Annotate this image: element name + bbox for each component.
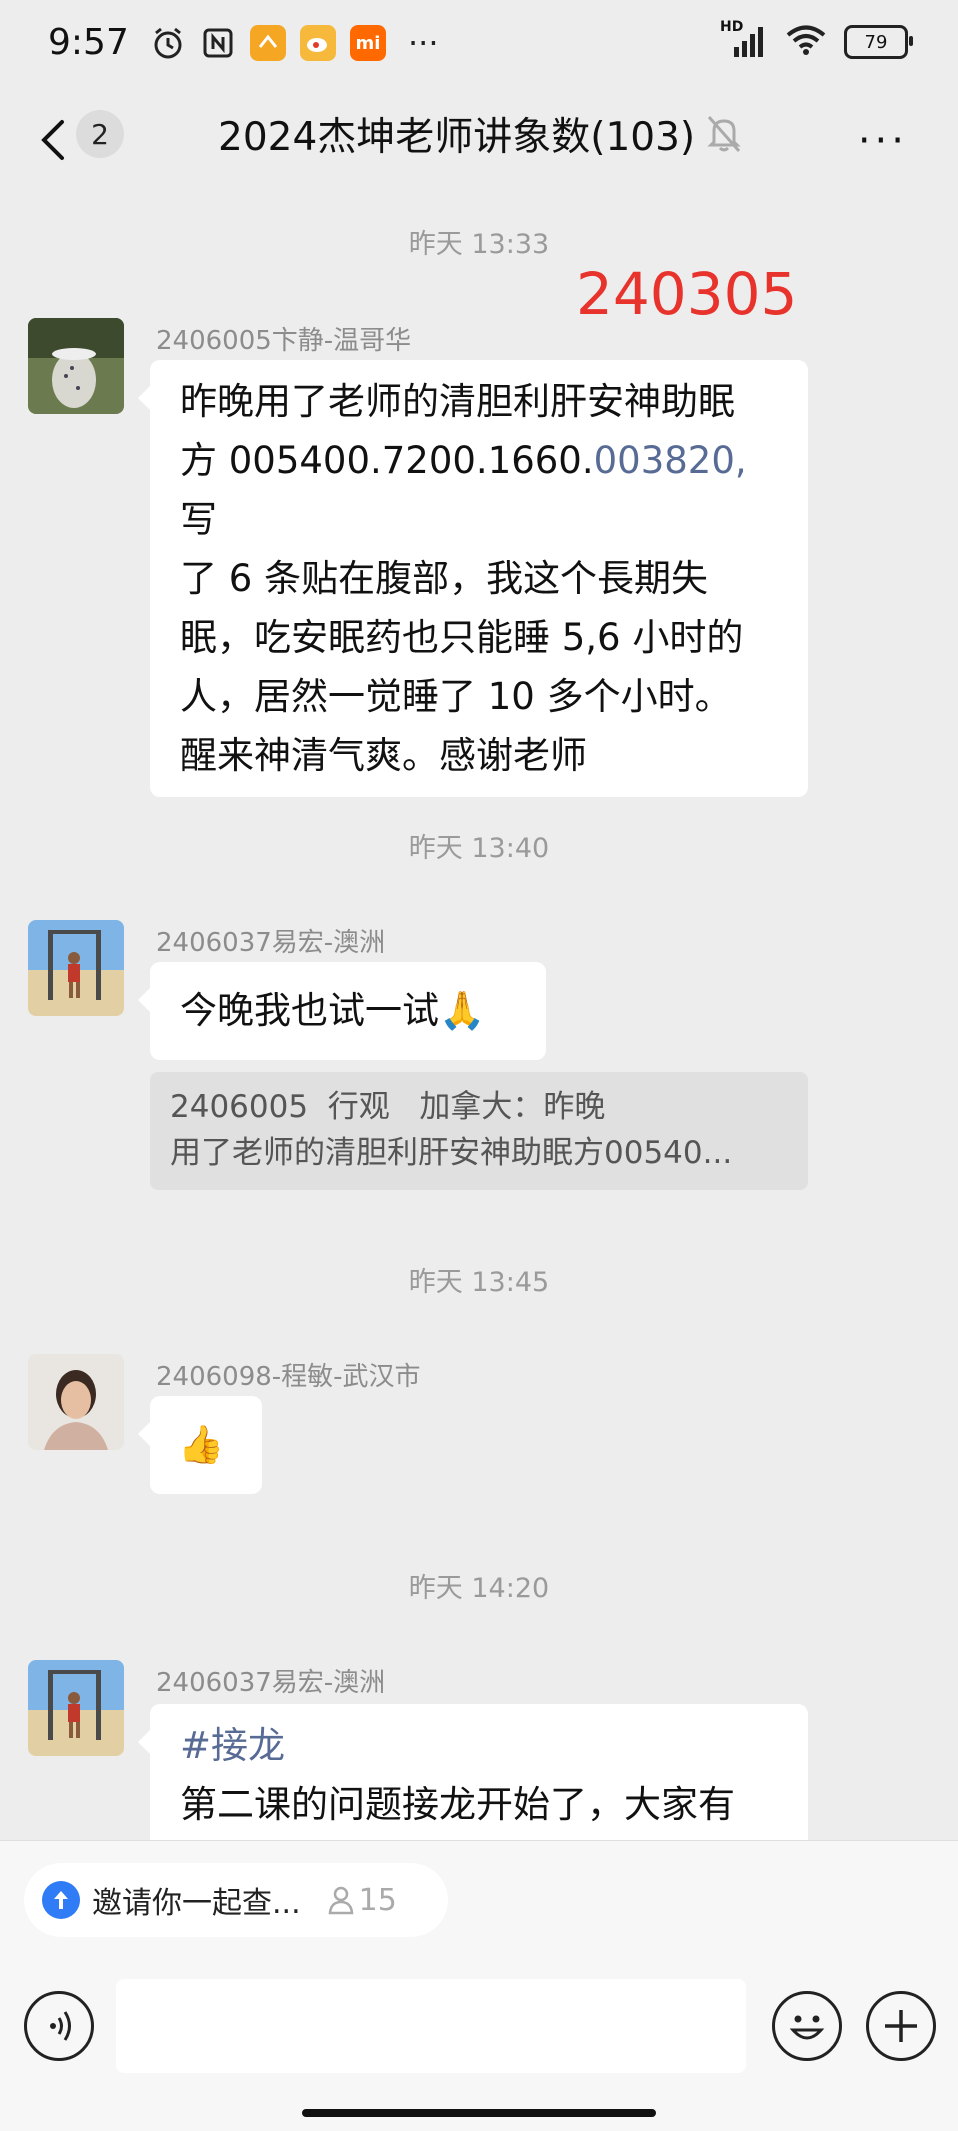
message-line: 醒来神清气爽。感谢老师 xyxy=(180,734,587,777)
avatar[interactable] xyxy=(28,920,124,1016)
status-icons-left: mi ··· xyxy=(150,24,439,62)
message-bubble[interactable]: 👍 xyxy=(138,1396,262,1494)
chat-header: 2 2024杰坤老师讲象数(103) ··· xyxy=(0,96,958,188)
quote-line: 用了老师的清胆利肝安神助眠方00540... xyxy=(170,1135,733,1171)
sender-name: 2406037易宏-澳洲 xyxy=(156,1668,386,1698)
sender-name: 2406005卞静-温哥华 xyxy=(156,326,412,356)
hashtag-link[interactable]: #接龙 xyxy=(180,1716,780,1775)
bottom-bar: 邀请你一起查... 15 xyxy=(0,1840,958,2131)
status-icons-right: HD 79 xyxy=(720,19,913,60)
emoji-icon xyxy=(789,2015,825,2040)
emoji-button[interactable] xyxy=(772,1991,842,2061)
timestamp: 昨天 13:45 xyxy=(408,1267,550,1298)
red-annotation: 240305 xyxy=(576,260,798,328)
pray-emoji-icon: 🙏 xyxy=(439,989,486,1032)
message-line: 第二课的问题接龙开始了，大家有 xyxy=(180,1783,735,1826)
message-text: 今晚我也试一试 xyxy=(180,989,439,1032)
message-bubble[interactable]: 今晚我也试一试🙏 xyxy=(138,962,546,1060)
mute-bell-icon xyxy=(706,114,742,154)
wallet-icon xyxy=(250,25,286,61)
mi-icon: mi xyxy=(350,25,386,61)
avatar[interactable] xyxy=(28,1660,124,1756)
timestamp: 昨天 13:40 xyxy=(408,833,550,864)
input-row xyxy=(0,1975,958,2085)
battery-icon: 79 xyxy=(844,25,913,59)
message-line: 方 005400.7200.1660.003820,写 xyxy=(180,439,747,541)
message-line: 昨晚用了老师的清胆利肝安神助眠 xyxy=(180,380,735,423)
plus-button[interactable] xyxy=(866,1991,936,2061)
nfc-icon xyxy=(200,25,236,61)
message-line: 眠，吃安眠药也只能睡 5,6 小时的 xyxy=(180,616,744,659)
thumbs-up-emoji-icon: 👍 xyxy=(178,1423,225,1466)
message-line: 了 6 条贴在腹部，我这个長期失 xyxy=(180,557,709,600)
more-icon: ··· xyxy=(857,118,908,164)
alarm-icon xyxy=(150,25,186,61)
timestamp: 昨天 14:20 xyxy=(408,1573,550,1604)
wifi-icon xyxy=(786,24,826,60)
chat-area[interactable]: 昨天 13:33 2406005卞静-温哥华 240305 昨晚用了老师的清胆利… xyxy=(0,188,958,1840)
home-indicator[interactable] xyxy=(302,2109,656,2117)
message-bubble[interactable]: #接龙 第二课的问题接龙开始了，大家有 xyxy=(138,1704,808,1840)
timestamp: 昨天 13:33 xyxy=(408,229,550,260)
status-time: 9:57 xyxy=(48,22,129,63)
invite-arrow-icon xyxy=(42,1881,80,1919)
invite-count: 15 xyxy=(327,1883,397,1918)
chat-title: 2024杰坤老师讲象数(103) xyxy=(218,115,696,160)
message-line: 人，居然一觉睡了 10 多个小时。 xyxy=(180,675,732,718)
more-button[interactable]: ··· xyxy=(858,118,908,164)
back-icon xyxy=(41,120,64,160)
message-input[interactable] xyxy=(116,1979,746,2073)
back-button[interactable] xyxy=(34,110,74,170)
plus-icon xyxy=(885,2010,917,2042)
avatar[interactable] xyxy=(28,318,124,414)
invite-pill[interactable]: 邀请你一起查... 15 xyxy=(24,1863,448,1937)
more-notifications-icon: ··· xyxy=(408,24,439,62)
unread-count-badge[interactable]: 2 xyxy=(76,110,124,158)
sender-name: 2406037易宏-澳洲 xyxy=(156,928,386,958)
voice-button[interactable] xyxy=(24,1991,94,2061)
voice-icon xyxy=(50,2011,71,2041)
quoted-message[interactable]: 2406005 行观 加拿大：昨晚 用了老师的清胆利肝安神助眠方00540... xyxy=(150,1072,808,1190)
avatar[interactable] xyxy=(28,1354,124,1450)
status-bar: 9:57 mi ··· HD 79 xyxy=(0,0,958,96)
invite-text: 邀请你一起查... xyxy=(92,1886,301,1921)
quote-line: 2406005 行观 加拿大：昨晚 xyxy=(170,1089,606,1125)
sender-name: 2406098-程敏-武汉市 xyxy=(156,1362,421,1392)
weibo-icon xyxy=(300,25,336,61)
message-link[interactable]: 003820, xyxy=(594,439,747,482)
person-icon xyxy=(328,1886,353,1915)
signal-icon: HD xyxy=(720,19,768,59)
message-bubble[interactable]: 昨晚用了老师的清胆利肝安神助眠 方 005400.7200.1660.00382… xyxy=(138,360,808,797)
